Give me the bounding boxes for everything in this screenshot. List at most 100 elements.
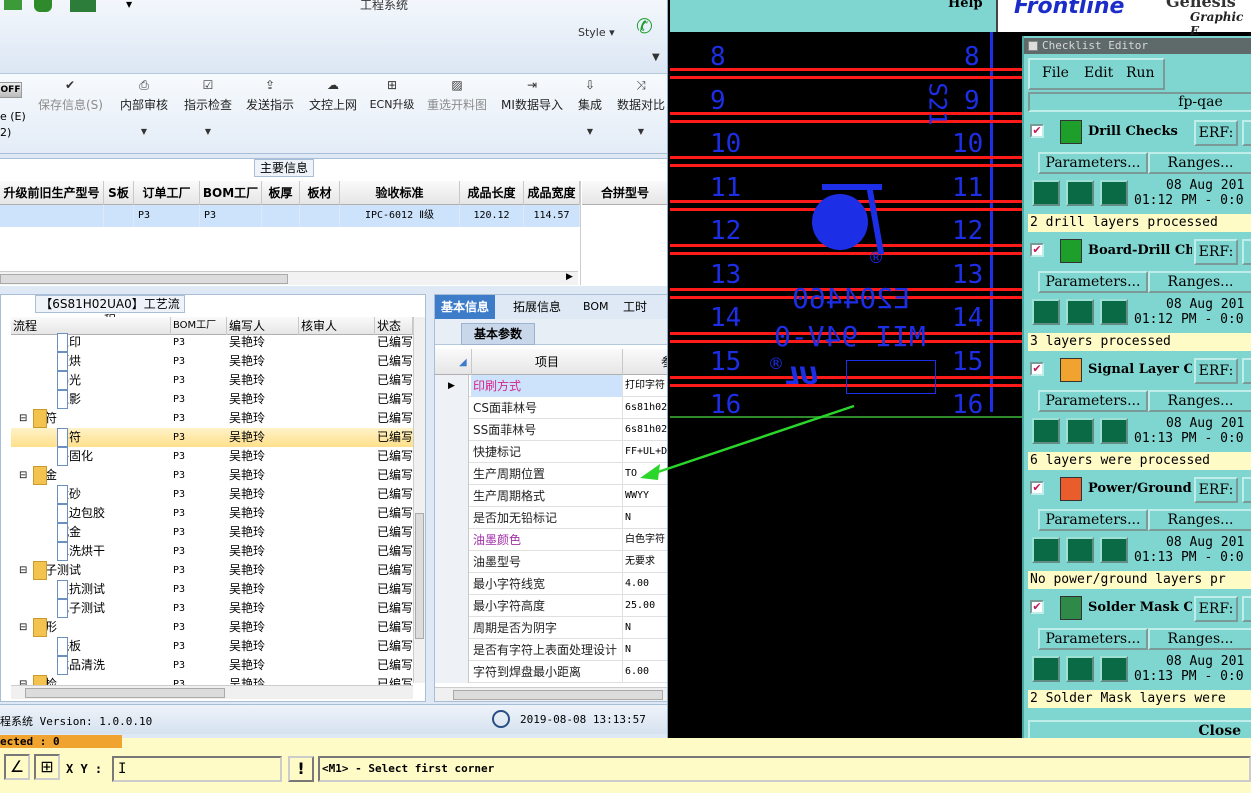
column-header[interactable]: 板厚 (262, 181, 300, 205)
property-value[interactable]: 无要求 (625, 551, 667, 573)
scrollbar-thumb[interactable] (415, 513, 424, 639)
dropdown-arrow[interactable]: ▼ (572, 127, 608, 136)
action-name[interactable]: Signal Layer Ch (1088, 362, 1192, 377)
merged-model-header[interactable]: 合拼型号 (582, 181, 667, 205)
tree-row[interactable]: 字符 P3 吴艳玲 已编写 (11, 428, 413, 447)
row-indicator[interactable] (435, 441, 469, 463)
xy-input[interactable]: I (112, 756, 282, 782)
tree-row[interactable]: 沉金 P3 吴艳玲 已编写 (11, 523, 413, 542)
tab-basic-params[interactable]: 基本参数 (461, 323, 535, 345)
tab-basic-info[interactable]: 基本信息 (435, 295, 496, 319)
horizontal-scrollbar[interactable]: ▶ (0, 271, 578, 285)
tree-row[interactable]: ⊟ 字符P3 吴艳玲 已编写 (11, 409, 413, 428)
side-menu-item[interactable]: e (E) (0, 110, 26, 123)
column-header[interactable]: 板材 (300, 181, 340, 205)
integrate-button[interactable]: ⇩ 集成 ▼ (572, 74, 608, 154)
ribbon-collapse-icon[interactable]: ▼ (652, 52, 660, 63)
property-row[interactable]: 最小字符高度 25.00 (435, 595, 667, 617)
row-indicator[interactable] (435, 419, 469, 441)
edit-menu[interactable]: Edit (1084, 65, 1113, 81)
erf-selector[interactable] (1242, 477, 1251, 503)
pcb-graphic-view[interactable]: 8 8 9 9 10 10 11 11 12 12 13 13 14 14 15 15 16 16 S21 ® E… (670, 32, 1022, 418)
send-instruction-button[interactable]: ⇪ 发送指示 (242, 74, 298, 154)
run-action-icon[interactable] (1032, 299, 1060, 325)
row-indicator[interactable]: ▶ (435, 375, 469, 397)
process-tree-title[interactable]: 【6S81H02UA0】工艺流程 (35, 295, 185, 327)
erf-button[interactable]: ERF: (1194, 358, 1238, 384)
property-value[interactable]: N (625, 617, 667, 639)
window-menu-icon[interactable] (1028, 41, 1038, 51)
table-row[interactable]: P3 P3 IPC-6012 Ⅱ级 120.12 114.57 (0, 205, 580, 227)
tree-row[interactable]: 水洗烘干 P3 吴艳玲 已编写 (11, 542, 413, 561)
row-indicator[interactable] (435, 573, 469, 595)
row-indicator[interactable] (435, 529, 469, 551)
tree-row[interactable]: 阻抗测试 P3 吴艳玲 已编写 (11, 580, 413, 599)
row-indicator[interactable] (435, 595, 469, 617)
row-indicator[interactable] (435, 661, 469, 683)
view-results-icon[interactable] (1066, 537, 1094, 563)
view-results-icon[interactable] (1066, 180, 1094, 206)
property-value[interactable]: 打印字符 (625, 375, 667, 397)
tree-row[interactable]: 喷砂 P3 吴艳玲 已编写 (11, 485, 413, 504)
erf-selector[interactable] (1242, 120, 1251, 146)
view-results-icon[interactable] (1066, 656, 1094, 682)
tab-bom[interactable]: BOM (577, 295, 615, 319)
instruction-check-button[interactable]: ☑ 指示检查 ▼ (180, 74, 236, 154)
column-header[interactable]: 升级前旧生产型号 (0, 181, 104, 205)
ranges-button[interactable]: Ranges... (1148, 271, 1251, 293)
run-action-icon[interactable] (1032, 180, 1060, 206)
row-indicator[interactable] (435, 507, 469, 529)
user-icon[interactable] (34, 0, 52, 12)
erf-selector[interactable] (1242, 239, 1251, 265)
ranges-button[interactable]: Ranges... (1148, 628, 1251, 650)
mi-data-import-button[interactable]: ⇥ MI数据导入 (498, 74, 566, 154)
tree-row[interactable]: ⊟ 沉金P3 吴艳玲 已编写 (11, 466, 413, 485)
selection-box[interactable] (846, 360, 936, 394)
collapse-icon[interactable]: ⊟ (19, 466, 27, 485)
dropdown-arrow[interactable]: ▼ (614, 127, 667, 136)
erf-selector[interactable] (1242, 358, 1251, 384)
tab-extended-info[interactable]: 拓展信息 (507, 295, 567, 319)
scrollbar-thumb[interactable] (453, 690, 663, 700)
action-name[interactable]: Drill Checks (1088, 124, 1192, 139)
collapse-icon[interactable]: ⊟ (19, 409, 27, 428)
property-row[interactable]: 油墨型号 无要求 (435, 551, 667, 573)
tree-row[interactable]: 预烘 P3 吴艳玲 已编写 (11, 352, 413, 371)
property-value[interactable]: 6.00 (625, 661, 667, 683)
main-info-tab[interactable]: 主要信息 (254, 159, 314, 177)
internal-review-button[interactable]: ⎙ 内部审核 ▼ (116, 74, 172, 154)
tree-row[interactable]: 曝光 P3 吴艳玲 已编写 (11, 371, 413, 390)
property-row[interactable]: 周期是否为阴字 N (435, 617, 667, 639)
vertical-scrollbar[interactable] (413, 317, 425, 683)
column-header[interactable]: 成品长度 (460, 181, 524, 205)
grid-snap-icon[interactable]: ⊞ (34, 754, 60, 780)
tree-row[interactable]: 电子测试 P3 吴艳玲 已编写 (11, 599, 413, 618)
collapse-icon[interactable]: ⊟ (19, 618, 27, 637)
column-header[interactable]: S板 (104, 181, 134, 205)
row-indicator[interactable] (435, 551, 469, 573)
tab-work-hours[interactable]: 工时 (617, 295, 653, 319)
app-icon-green[interactable] (4, 0, 22, 10)
report-icon[interactable] (1100, 418, 1128, 444)
action-name[interactable]: Solder Mask Ch (1088, 600, 1192, 615)
dropdown-arrow[interactable]: ▼ (180, 127, 236, 136)
chevron-down-icon[interactable]: ▼ (126, 0, 132, 9)
action-checkbox[interactable]: ✔ (1030, 362, 1044, 376)
erf-button[interactable]: ERF: (1194, 239, 1238, 265)
property-value[interactable]: 4.00 (625, 573, 667, 595)
action-name[interactable]: Power/Ground C (1088, 481, 1192, 496)
action-checkbox[interactable]: ✔ (1030, 243, 1044, 257)
ranges-button[interactable]: Ranges... (1148, 152, 1251, 174)
report-icon[interactable] (1100, 537, 1128, 563)
parameters-button[interactable]: Parameters... (1038, 628, 1148, 650)
off-toggle[interactable]: OFF (0, 82, 22, 98)
property-row[interactable]: 最小字符线宽 4.00 (435, 573, 667, 595)
col-item[interactable]: 项目 (471, 349, 623, 375)
tree-row[interactable]: 铣板 P3 吴艳玲 已编写 (11, 637, 413, 656)
parameters-button[interactable]: Parameters... (1038, 271, 1148, 293)
tree-row[interactable]: 丝印 P3 吴艳玲 已编写 (11, 333, 413, 352)
view-results-icon[interactable] (1066, 418, 1094, 444)
scrollbar-thumb[interactable] (0, 274, 288, 284)
tree-row[interactable]: 成品清洗 P3 吴艳玲 已编写 (11, 656, 413, 675)
folder-icon[interactable] (70, 0, 96, 12)
